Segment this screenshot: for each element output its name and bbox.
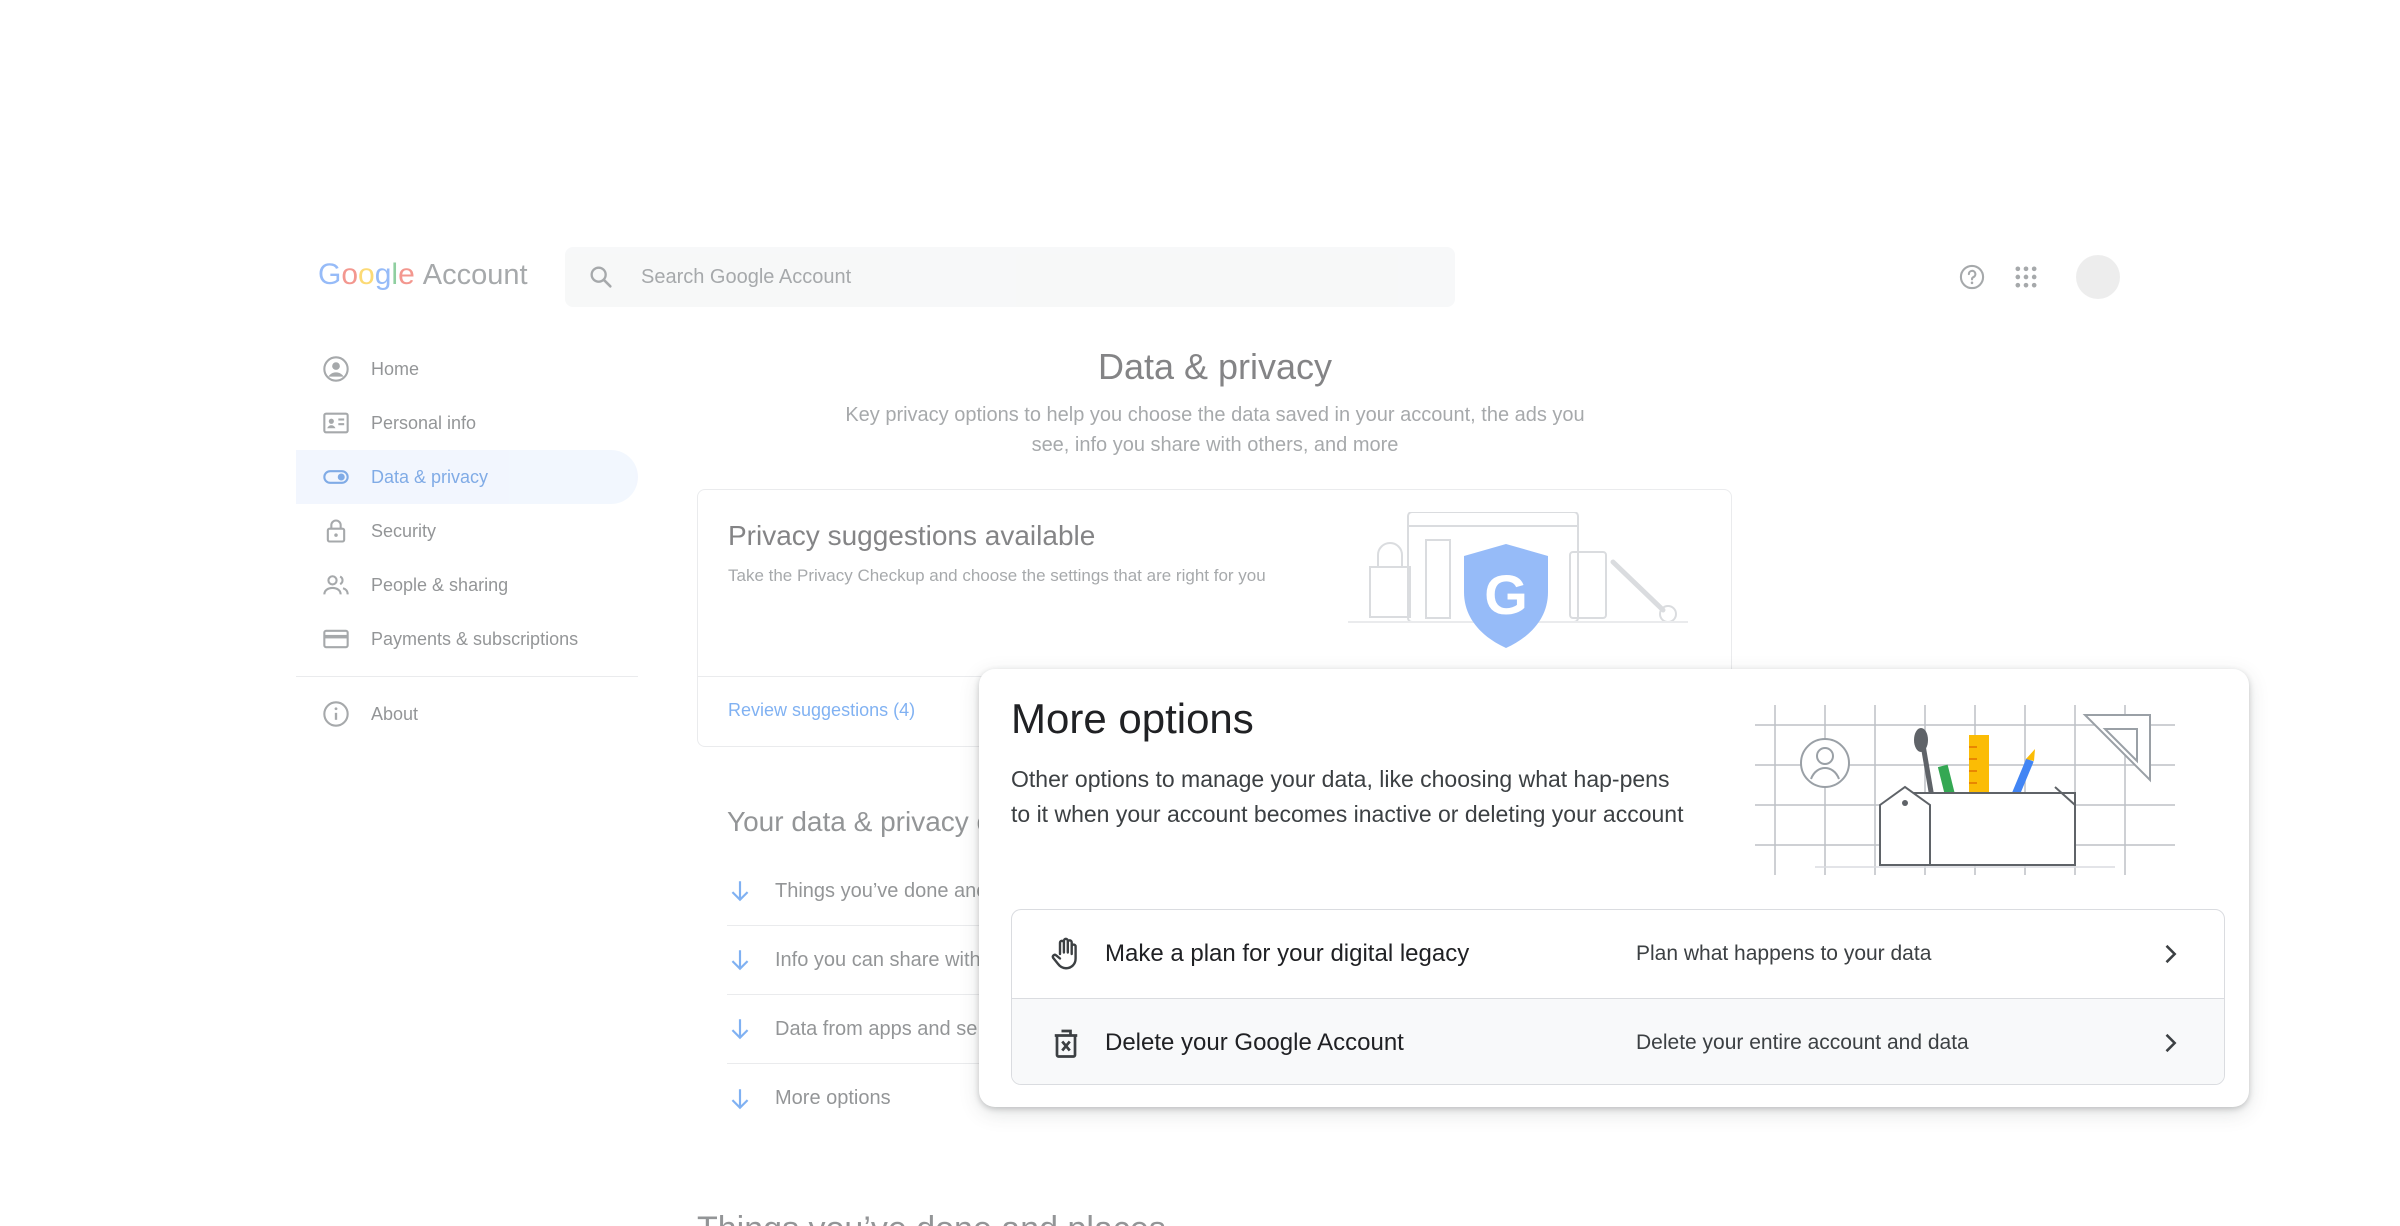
sidebar-item-label: About — [371, 703, 419, 724]
privacy-card-title: Privacy suggestions available — [728, 520, 1096, 551]
google-account-logo[interactable]: Google Account — [318, 258, 528, 298]
sidebar-divider — [296, 676, 638, 677]
logo-product-label: Account — [422, 259, 528, 291]
info-icon — [323, 701, 349, 727]
sidebar-item-label: People & sharing — [371, 574, 509, 595]
search-icon — [590, 266, 612, 288]
chevron-right-icon — [2165, 1033, 2177, 1052]
page-title: Data & privacy — [1097, 346, 1333, 387]
review-suggestions-link[interactable]: Review suggestions (4) — [728, 700, 915, 721]
sidebar-item-label: Security — [371, 520, 437, 541]
search-input[interactable]: Search Google Account — [641, 266, 851, 289]
sidebar-item-label: Data & privacy — [371, 466, 489, 487]
lock-icon — [326, 519, 346, 543]
sidebar-item-people-sharing[interactable]: People & sharing — [296, 558, 638, 612]
sidebar-item-personal-info[interactable]: Personal info — [296, 396, 638, 450]
more-options-description: Other options to manage your data, like … — [1011, 766, 1684, 827]
more-options-list: Make a plan for your digital legacy Plan… — [1011, 909, 2225, 1085]
hand-icon — [1051, 937, 1077, 970]
sidebar-item-home[interactable]: Home — [296, 342, 638, 396]
sidebar-nav: Home Personal info Data & privacy Securi… — [296, 342, 638, 741]
arrow-down-icon — [731, 1019, 749, 1040]
account-circle-icon — [323, 356, 349, 382]
toggle-icon — [323, 470, 349, 484]
data-privacy-section-heading: Your data & privacy c — [727, 806, 991, 837]
option-detail: Plan what happens to your data — [1636, 942, 1932, 965]
things-done-section-heading: Things you’ve done and places — [697, 1210, 1166, 1226]
arrow-down-icon — [731, 1088, 749, 1109]
option-label: Make a plan for your digital legacy — [1105, 940, 1470, 967]
credit-card-icon — [323, 629, 349, 649]
delete-account-option[interactable]: Delete your Google Account Delete your e… — [1012, 998, 2224, 1084]
option-label: Delete your Google Account — [1105, 1028, 1404, 1056]
sidebar-item-data-privacy[interactable]: Data & privacy — [296, 450, 638, 504]
more-options-title: More options — [1011, 695, 1254, 742]
privacy-card-description: Take the Privacy Checkup and choose the … — [728, 566, 1266, 585]
svg-text:G: G — [1484, 563, 1528, 626]
search-bar[interactable]: Search Google Account — [565, 247, 1455, 307]
digital-legacy-option[interactable]: Make a plan for your digital legacy Plan… — [1012, 910, 2224, 998]
sidebar-item-label: Home — [371, 358, 420, 379]
option-detail: Delete your entire account and data — [1636, 1030, 1969, 1054]
toolbox-illustration — [1755, 705, 2175, 875]
sidebar-item-security[interactable]: Security — [296, 504, 638, 558]
jump-row-label: Info you can share with — [775, 948, 981, 971]
help-icon[interactable] — [1958, 263, 1986, 291]
page-subtitle: Key privacy options to help you choose t… — [845, 404, 1585, 456]
more-options-card: More options Other options to manage you… — [979, 669, 2249, 1107]
delete-icon — [1054, 1029, 1078, 1058]
chevron-right-icon — [2165, 944, 2177, 964]
sidebar-item-label: Personal info — [371, 412, 477, 433]
privacy-shield-illustration: G — [1348, 512, 1688, 648]
arrow-down-icon — [731, 950, 749, 971]
apps-grid-icon[interactable] — [2012, 263, 2040, 291]
avatar[interactable] — [2076, 255, 2120, 299]
id-card-icon — [323, 412, 349, 434]
jump-row-label: More options — [775, 1087, 891, 1109]
sidebar-item-label: Payments & subscriptions — [371, 628, 579, 649]
jump-row-label: Things you’ve done anc — [775, 879, 987, 902]
people-icon — [323, 575, 349, 595]
sidebar-item-about[interactable]: About — [296, 687, 638, 741]
arrow-down-icon — [731, 881, 749, 902]
sidebar-item-payments[interactable]: Payments & subscriptions — [296, 612, 638, 666]
jump-row-label: Data from apps and se — [775, 1017, 978, 1040]
